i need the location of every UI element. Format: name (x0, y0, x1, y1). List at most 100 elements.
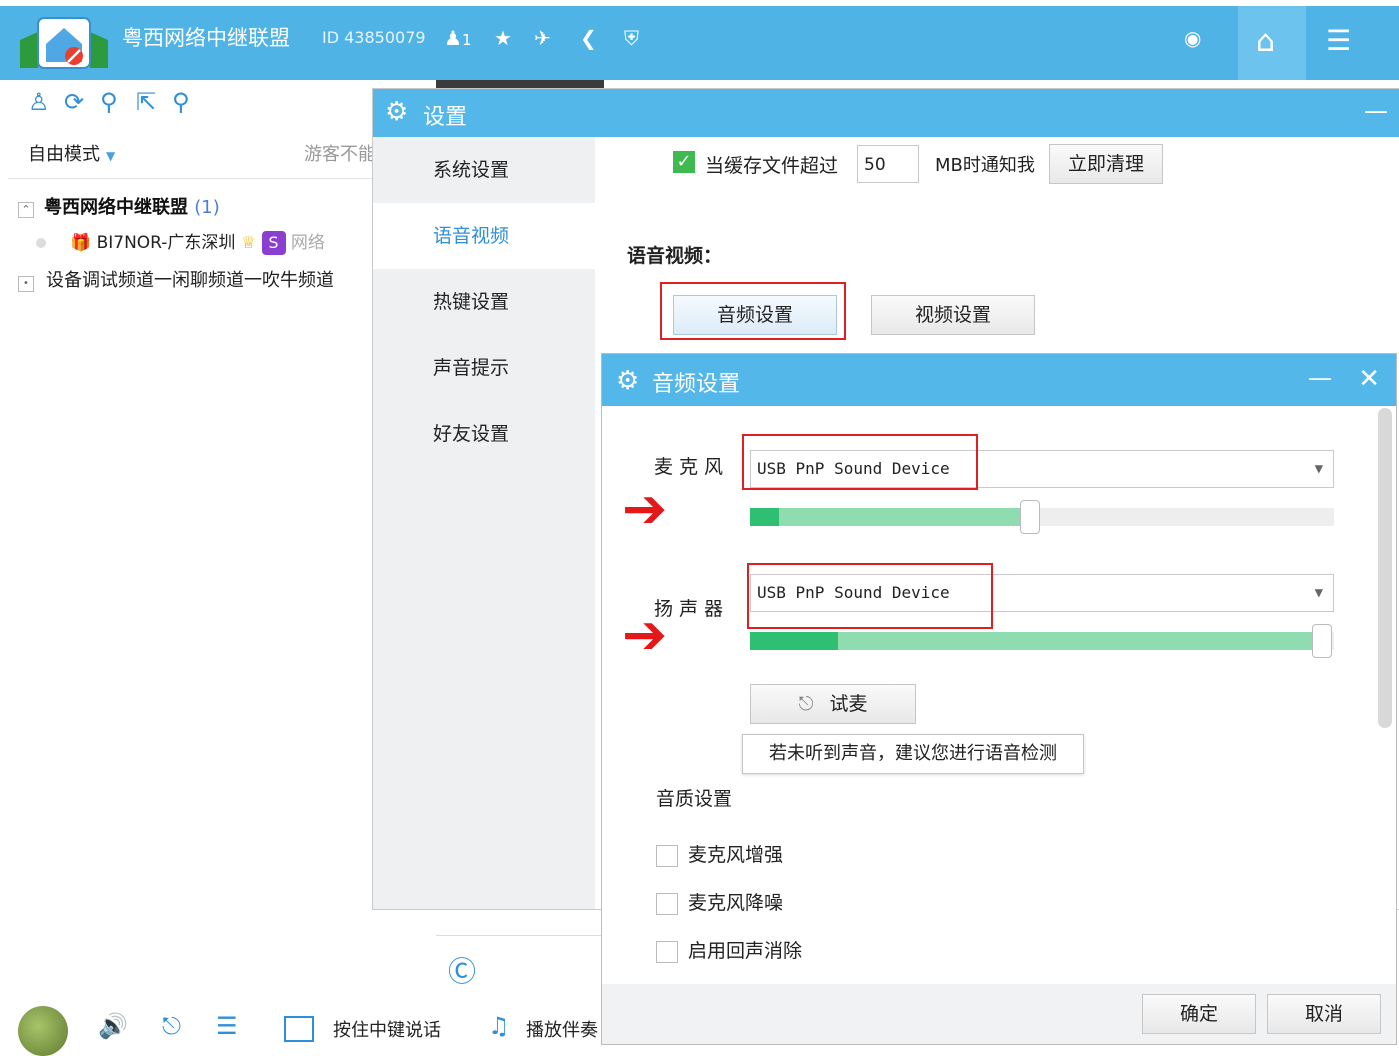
guest-notice: 游客不能 (304, 144, 376, 165)
bullet-icon: • (18, 276, 34, 292)
app-logo (16, 10, 112, 72)
webcam-icon[interactable]: ◉ (1184, 26, 1201, 50)
audio-settings-button[interactable]: 音频设置 (673, 295, 837, 335)
settings-title-bar[interactable]: ⚙ 设置 — (373, 89, 1399, 137)
app-id: ID 43850079 (322, 28, 426, 47)
red-arrow-icon: ➔ (622, 477, 668, 540)
checkbox-box[interactable] (656, 940, 678, 963)
menu-button[interactable]: ☰ (1308, 6, 1378, 80)
nav-sound-alerts[interactable]: 声音提示 (373, 335, 595, 401)
mic-volume-thumb[interactable] (1020, 500, 1041, 534)
s-badge-icon: S (261, 231, 286, 255)
speaker-volume-thumb[interactable] (1312, 624, 1333, 658)
channel-root-name: 粤西网络中继联盟 (44, 197, 188, 218)
mic-label: 麦克风 (654, 456, 730, 478)
echo-cancel-label: 启用回声消除 (688, 940, 803, 962)
home-button[interactable]: ⌂ (1238, 6, 1306, 80)
channel-root-count: (1) (194, 197, 220, 218)
font-format-icon[interactable]: Ⓒ (448, 950, 476, 990)
cache-label: 当缓存文件超过 (705, 155, 839, 177)
highlight-box (747, 563, 993, 629)
channel-root[interactable]: ⌃ 粤西网络中继联盟 (1) (18, 193, 220, 219)
music-icon[interactable]: ♫ (488, 1012, 510, 1040)
user-list-item[interactable]: 🎁 BI7NOR-广东深圳 ♕ S 网络 (36, 228, 325, 255)
microphone-icon: ⎋ (798, 693, 814, 715)
location-icon[interactable]: ⚲ (100, 88, 136, 116)
export-icon[interactable]: ⇱ (136, 88, 172, 116)
cache-size-input[interactable]: 50 (857, 145, 919, 183)
microphone-icon[interactable]: ⎋ (162, 1012, 181, 1040)
mic-boost-checkbox[interactable]: 麦克风增强 (656, 840, 783, 867)
audio-settings-dialog: ⚙ 音频设置 — ✕ 麦克风 USB PnP Sound Device ▼ ➔ … (601, 353, 1397, 1045)
red-arrow-icon: ➔ (622, 603, 668, 666)
gift-icon: 🎁 (70, 233, 92, 253)
user-count: 1 (461, 31, 472, 49)
channel-sub[interactable]: • 设备调试频道一闲聊频道一吹牛频道 (18, 266, 334, 292)
cache-checkbox[interactable]: ✓ (673, 151, 695, 173)
star-icon[interactable]: ★ (494, 26, 512, 50)
checkbox-box[interactable] (656, 844, 678, 867)
quality-heading: 音质设置 (656, 788, 733, 810)
audio-title: 音频设置 (652, 372, 741, 397)
mode-dropdown[interactable]: 自由模式 ▼ (28, 140, 115, 166)
audio-title-bar[interactable]: ⚙ 音频设置 — ✕ (602, 354, 1396, 406)
search-icon[interactable]: ⚲ (172, 88, 208, 116)
chevron-down-icon: ▼ (1314, 585, 1323, 601)
mic-input-level (750, 508, 780, 526)
settings-nav: 系统设置 语音视频 热键设置 声音提示 好友设置 (373, 137, 595, 909)
gear-icon: ⚙ (385, 97, 409, 127)
list-icon: ☰ (1326, 24, 1352, 57)
music-label[interactable]: 播放伴奏 (526, 1016, 598, 1042)
collapse-icon[interactable]: ⌃ (18, 202, 34, 218)
channel-sub-name: 设备调试频道一闲聊频道一吹牛频道 (46, 270, 334, 291)
crown-icon: ♕ (240, 233, 257, 253)
noise-reduction-label: 麦克风降噪 (688, 892, 784, 914)
mode-label: 自由模式 (28, 144, 100, 165)
speaker-output-level (750, 632, 838, 650)
plane-icon[interactable]: ✈ (534, 26, 551, 50)
settings-title: 设置 (423, 105, 468, 130)
user-count-icon: ♟1 (444, 26, 472, 50)
user-name: BI7NOR-广东深圳 (96, 233, 236, 253)
nav-system[interactable]: 系统设置 (373, 137, 595, 203)
highlight-box (742, 434, 978, 490)
home-icon: ⌂ (1256, 24, 1276, 59)
minimize-icon[interactable]: — (1364, 97, 1388, 125)
equalizer-icon[interactable]: ☰ (216, 1012, 238, 1040)
cancel-button[interactable]: 取消 (1267, 994, 1381, 1034)
shield-icon[interactable]: ⛨ (624, 26, 639, 50)
close-icon[interactable]: ✕ (1358, 364, 1380, 394)
noise-reduction-checkbox[interactable]: 麦克风降噪 (656, 888, 783, 915)
user-icon[interactable]: ♙ (28, 88, 64, 116)
nav-voice-video[interactable]: 语音视频 (373, 203, 595, 269)
mic-volume-slider[interactable] (750, 500, 1334, 534)
status-dot (36, 238, 46, 248)
cropped-edge (0, 0, 1399, 6)
mic-boost-label: 麦克风增强 (688, 844, 784, 866)
ptt-checkbox[interactable] (284, 1016, 314, 1042)
ptt-label: 按住中键说话 (333, 1020, 441, 1041)
mic-volume-fill (750, 508, 1031, 526)
nav-hotkeys[interactable]: 热键设置 (373, 269, 595, 335)
test-mic-label: 试麦 (829, 693, 868, 715)
cache-unit-label: MB时通知我 (935, 155, 1035, 176)
echo-cancel-checkbox[interactable]: 启用回声消除 (656, 936, 802, 963)
test-mic-button[interactable]: ⎋ 试麦 (750, 684, 916, 724)
chevron-down-icon: ▼ (1314, 461, 1323, 477)
scrollbar[interactable] (1378, 408, 1392, 728)
checkbox-box[interactable] (656, 892, 678, 915)
video-settings-button[interactable]: 视频设置 (871, 295, 1035, 335)
avatar[interactable] (18, 1006, 68, 1056)
minimize-icon[interactable]: — (1308, 364, 1332, 392)
speaker-icon[interactable]: 🔊 (98, 1012, 128, 1040)
ok-button[interactable]: 确定 (1142, 994, 1256, 1034)
refresh-icon[interactable]: ⟳ (64, 88, 100, 116)
share-icon[interactable]: ❮ (580, 26, 597, 50)
tooltip: 若未听到声音，建议您进行语音检测 (742, 734, 1084, 774)
speaker-volume-slider[interactable] (750, 624, 1334, 658)
nav-friends[interactable]: 好友设置 (373, 401, 595, 467)
chevron-down-icon: ▼ (106, 149, 116, 163)
clear-cache-button[interactable]: 立即清理 (1049, 144, 1163, 184)
user-extra: 网络 (290, 233, 325, 253)
panel-toolbar: ♙ ⟳ ⚲ ⇱ ⚲ (28, 88, 208, 116)
